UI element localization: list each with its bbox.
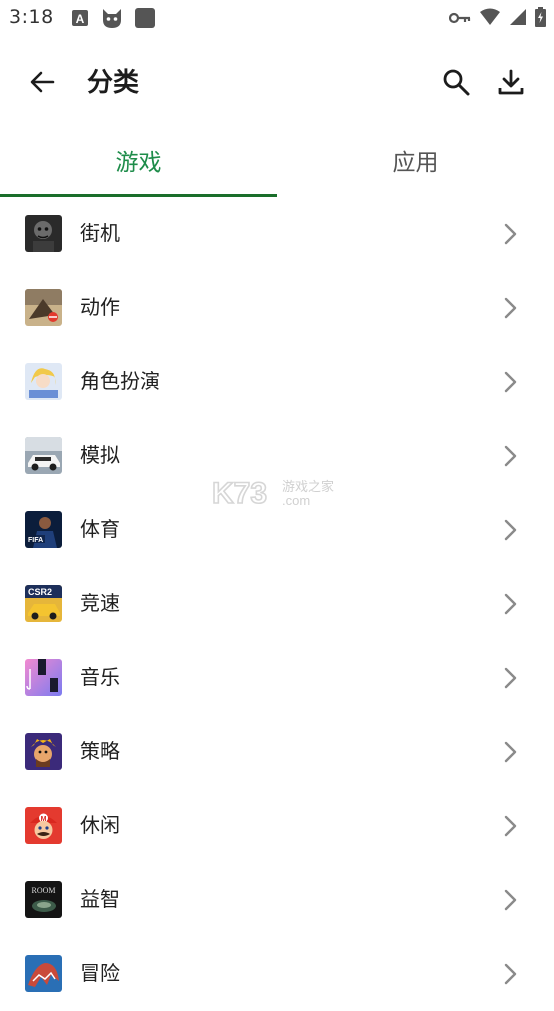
cat-icon [100, 6, 124, 34]
category-label: 益智 [80, 887, 120, 911]
arcade-thumb [25, 215, 62, 252]
category-item-adventure[interactable]: 冒险 [0, 937, 554, 1011]
key-icon [448, 10, 471, 29]
svg-text:A: A [76, 12, 85, 26]
category-label: 策略 [80, 739, 120, 763]
category-list: 街机 动作 角色扮演 模拟 FIFA 体育 CSR2 竞速 音乐 策略 M 休闲… [0, 197, 554, 1011]
chevron-right-icon [504, 667, 517, 689]
status-bar: 3:18 A [0, 0, 554, 36]
chevron-right-icon [504, 371, 517, 393]
tab-games[interactable]: 游戏 [0, 124, 277, 196]
svg-text:FIFA: FIFA [28, 537, 43, 544]
search-icon [443, 69, 470, 96]
category-label: 竞速 [80, 591, 120, 615]
tab-apps[interactable]: 应用 [277, 124, 554, 196]
download-icon [498, 69, 524, 95]
signal-icon [509, 8, 527, 30]
category-label: 休闲 [80, 813, 120, 837]
download-button[interactable] [489, 60, 533, 104]
category-label: 角色扮演 [80, 369, 160, 393]
page-title: 分类 [87, 68, 140, 98]
chevron-right-icon [504, 889, 517, 911]
category-item-action[interactable]: 动作 [0, 271, 554, 345]
wifi-icon [479, 8, 501, 30]
back-button[interactable] [20, 60, 64, 104]
category-label: 模拟 [80, 443, 120, 467]
status-time: 3:18 [9, 6, 54, 28]
simulation-thumb [25, 437, 62, 474]
category-item-arcade[interactable]: 街机 [0, 197, 554, 271]
chevron-right-icon [504, 297, 517, 319]
svg-text:ROOM: ROOM [31, 886, 55, 895]
sports-thumb: FIFA [25, 511, 62, 548]
watermark-domain: .com [282, 493, 310, 508]
tab-bar: 游戏 应用 [0, 124, 554, 198]
app-bar: 分类 [0, 36, 554, 124]
a-icon: A [70, 8, 90, 32]
category-item-strategy[interactable]: 策略 [0, 715, 554, 789]
racing-thumb: CSR2 [25, 585, 62, 622]
arrow-left-icon [30, 71, 55, 93]
category-label: 街机 [80, 221, 120, 245]
strategy-thumb [25, 733, 62, 770]
search-button[interactable] [434, 60, 478, 104]
watermark-logo: K73 游戏之家 .com [211, 473, 347, 513]
svg-text:CSR2: CSR2 [28, 587, 52, 597]
chevron-right-icon [504, 519, 517, 541]
category-label: 体育 [80, 517, 120, 541]
chevron-right-icon [504, 741, 517, 763]
chevron-right-icon [504, 963, 517, 985]
rpg-thumb [25, 363, 62, 400]
puzzle-thumb: ROOM [25, 881, 62, 918]
category-label: 音乐 [80, 665, 120, 689]
status-left-icons: A [70, 6, 156, 34]
adventure-thumb [25, 955, 62, 992]
battery-icon [535, 7, 546, 31]
chevron-right-icon [504, 593, 517, 615]
chevron-right-icon [504, 445, 517, 467]
casual-thumb: M [25, 807, 62, 844]
category-item-casual[interactable]: M 休闲 [0, 789, 554, 863]
category-item-puzzle[interactable]: ROOM 益智 [0, 863, 554, 937]
music-thumb [25, 659, 62, 696]
category-label: 动作 [80, 295, 120, 319]
category-item-racing[interactable]: CSR2 竞速 [0, 567, 554, 641]
square-icon [134, 7, 156, 33]
watermark-brand: K73 [212, 477, 267, 510]
action-thumb [25, 289, 62, 326]
chevron-right-icon [504, 815, 517, 837]
category-label: 冒险 [80, 961, 120, 985]
status-right-icons [448, 7, 546, 31]
category-item-music[interactable]: 音乐 [0, 641, 554, 715]
chevron-right-icon [504, 223, 517, 245]
category-item-rpg[interactable]: 角色扮演 [0, 345, 554, 419]
